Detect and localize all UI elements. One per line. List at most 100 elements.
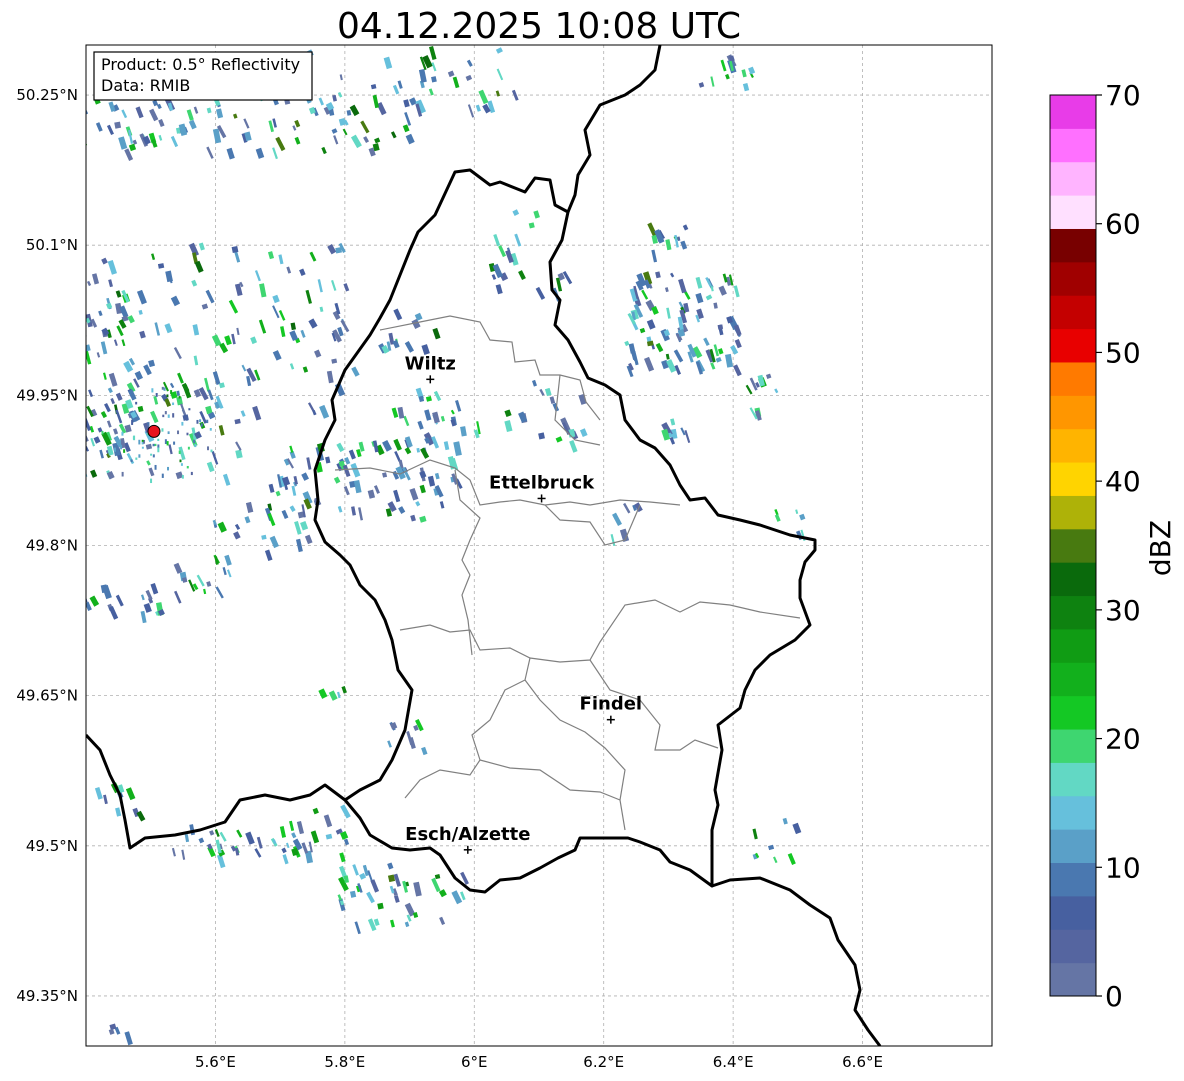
- echo-cell: [166, 394, 169, 398]
- colorbar: 0 10 20 30 40 50 60 70 dBZ: [1049, 79, 1177, 1013]
- colorbar-segment: [1050, 128, 1096, 163]
- echo-cell: [138, 439, 141, 445]
- echo-cell: [993, 766, 1001, 780]
- colorbar-segment: [1050, 161, 1096, 196]
- echo-cell: [161, 428, 164, 432]
- echo-cell: [31, 290, 38, 304]
- echo-cell: [78, 414, 84, 421]
- echo-cell: [81, 65, 85, 70]
- echo-cell: [998, 775, 1005, 785]
- echo-cell: [70, 445, 77, 456]
- colorbar-segment: [1050, 462, 1096, 496]
- echo-cell: [121, 431, 124, 436]
- echo-cell: [173, 441, 176, 445]
- echo-cell: [9, 378, 14, 384]
- y-tick-label: 49.5°N: [26, 837, 78, 855]
- echo-cell: [63, 47, 68, 54]
- colorbar-tick-label: 60: [1105, 208, 1141, 241]
- echo-cell: [167, 466, 170, 471]
- x-tick-label: 6.2°E: [583, 1053, 624, 1071]
- echo-cell: [67, 436, 74, 446]
- echo-cell: [164, 439, 167, 445]
- echo-cell: [1, 287, 7, 294]
- colorbar-segment: [1050, 729, 1096, 763]
- echo-cell: [141, 439, 144, 442]
- echo-cell: [186, 432, 189, 436]
- info-box: Product: 0.5° Reflectivity Data: RMIB: [93, 51, 313, 101]
- echo-cell: [78, 605, 85, 613]
- echo-cell: [200, 423, 203, 427]
- echo-cell: [180, 463, 183, 466]
- echo-cell: [138, 454, 141, 458]
- echo-cell: [120, 445, 123, 450]
- echo-cell: [188, 408, 191, 411]
- colorbar-tick-label: 20: [1105, 723, 1141, 756]
- colorbar-tick-label: 50: [1105, 336, 1141, 369]
- colorbar-segment: [1050, 228, 1096, 263]
- colorbar-segment: [1050, 662, 1096, 697]
- colorbar-segment: [1050, 762, 1096, 797]
- colorbar-segment: [1050, 195, 1096, 229]
- echo-cell: [1001, 776, 1011, 788]
- echo-cell: [57, 440, 64, 446]
- echo-cell: [8, 109, 13, 122]
- echo-cell: [167, 431, 170, 435]
- echo-cell: [194, 443, 197, 448]
- echo-cell: [67, 303, 71, 309]
- colorbar-segments: [1050, 95, 1096, 997]
- y-tick-label: 50.25°N: [16, 86, 78, 104]
- echo-cell: [11, 326, 17, 334]
- echo-cell: [178, 395, 181, 399]
- echo-cell: [78, 458, 86, 470]
- echo-cell: [206, 419, 209, 424]
- echo-cell: [178, 450, 181, 454]
- city-label: Wiltz: [405, 353, 456, 374]
- echo-cell: [172, 413, 175, 418]
- colorbar-segment: [1050, 562, 1096, 597]
- info-data-source: Data: RMIB: [101, 76, 190, 95]
- echo-cell: [170, 390, 173, 394]
- y-tick-label: 49.65°N: [16, 687, 78, 705]
- colorbar-tick-label: 10: [1105, 851, 1141, 884]
- colorbar-segment: [1050, 795, 1096, 830]
- x-tick-label: 6.6°E: [842, 1053, 883, 1071]
- colorbar-segment: [1050, 395, 1096, 430]
- echo-cell: [150, 478, 153, 484]
- echo-cell: [161, 386, 164, 390]
- colorbar-tick-label: 30: [1105, 594, 1141, 627]
- echo-cell: [154, 464, 157, 470]
- echo-cell: [65, 433, 69, 441]
- echo-cell: [6, 345, 11, 350]
- echo-cell: [133, 435, 136, 441]
- colorbar-segment: [1050, 261, 1096, 296]
- y-tick-label: 49.35°N: [16, 987, 78, 1005]
- echo-cell: [117, 441, 120, 446]
- echo-cell: [119, 440, 122, 445]
- echo-cell: [166, 441, 169, 446]
- echo-cell: [5, 130, 13, 138]
- echo-cell: [80, 395, 85, 405]
- echo-cell: [717, 324, 724, 330]
- echo-cell: [2, 302, 8, 308]
- echo-cell: [17, 330, 24, 343]
- echo-cell: [186, 465, 189, 469]
- radar-site-marker: [147, 424, 161, 438]
- echo-cell: [42, 403, 50, 412]
- echo-cell: [64, 293, 70, 301]
- echo-cell: [75, 63, 80, 70]
- colorbar-segment: [1050, 495, 1096, 530]
- echo-cell: [1, 333, 5, 338]
- echo-cell: [199, 419, 202, 423]
- y-tick-label: 50.1°N: [26, 236, 78, 254]
- echo-cell: [79, 123, 86, 135]
- echo-cell: [41, 315, 49, 324]
- colorbar-segment: [1050, 295, 1096, 330]
- colorbar-segment: [1050, 695, 1096, 730]
- echo-cell: [155, 393, 158, 397]
- echo-cell: [995, 769, 1004, 783]
- echo-cell: [141, 446, 144, 449]
- echo-cell: [179, 459, 182, 463]
- echo-cell: [31, 348, 38, 358]
- echo-cell: [114, 121, 122, 129]
- figure-title: 04.12.2025 10:08 UTC: [337, 6, 741, 47]
